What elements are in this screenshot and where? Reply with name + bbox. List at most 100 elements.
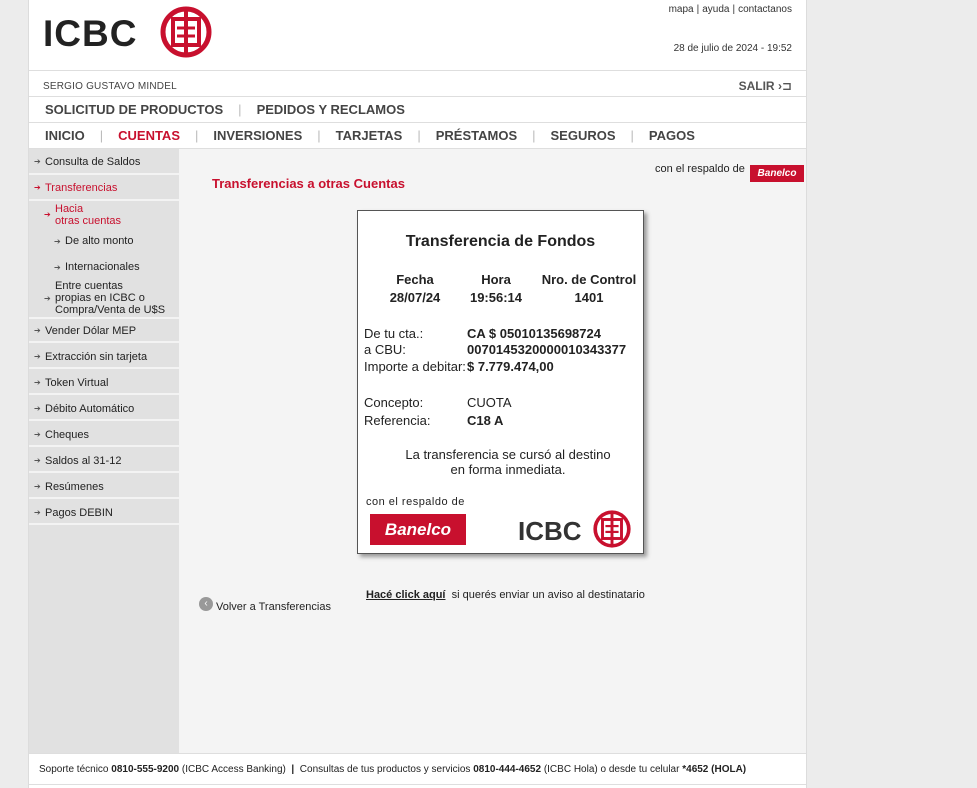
arrow-right-icon: ➔ xyxy=(34,378,41,387)
nav-prestamos[interactable]: PRÉSTAMOS xyxy=(436,128,517,143)
sidebar-item-cheques[interactable]: ➔ Cheques xyxy=(29,421,179,447)
sidebar-item-label: Consulta de Saldos xyxy=(45,156,141,168)
icbc-logo[interactable]: ICBC xyxy=(43,6,213,58)
cbu-label: a CBU: xyxy=(364,342,406,357)
page-title: Transferencias a otras Cuentas xyxy=(212,176,405,191)
nav-seguros[interactable]: SEGUROS xyxy=(551,128,616,143)
sidebar-item-label: Débito Automático xyxy=(45,403,135,415)
sidebar-item-label: Vender Dólar MEP xyxy=(45,325,137,337)
nav-pagos[interactable]: PAGOS xyxy=(649,128,695,143)
nav-inicio[interactable]: INICIO xyxy=(45,128,85,143)
icbc-logo-text: ICBC xyxy=(518,516,582,546)
fecha-label: Fecha xyxy=(396,272,434,287)
receipt-control: Nro. de Control 1401 xyxy=(538,271,640,307)
sidebar-item-vender-dolar-mep[interactable]: ➔ Vender Dólar MEP xyxy=(29,317,179,343)
arrow-right-icon: ➔ xyxy=(34,352,41,361)
importe-label: Importe a debitar: xyxy=(364,359,466,374)
divider xyxy=(29,122,806,123)
footer-phone: 0810-444-4652 xyxy=(473,764,542,775)
map-link[interactable]: mapa xyxy=(669,4,694,15)
sidebar-item-pagos-debin[interactable]: ➔ Pagos DEBIN xyxy=(29,499,179,525)
sidebar-item-debito[interactable]: ➔ Débito Automático xyxy=(29,395,179,421)
notify-link[interactable]: Hacé click aquí xyxy=(366,589,446,601)
footer-text: Soporte técnico xyxy=(39,764,109,775)
nav-solicitud-productos[interactable]: SOLICITUD DE PRODUCTOS xyxy=(45,102,223,117)
sidebar-item-label: Cheques xyxy=(45,429,90,441)
divider xyxy=(29,70,806,71)
sidebar-subitem-label: propias en ICBC o xyxy=(55,292,145,304)
contact-link[interactable]: contactanos xyxy=(738,4,792,15)
banelco-logo-text: Banelco xyxy=(384,520,452,539)
nav-inversiones[interactable]: INVERSIONES xyxy=(213,128,302,143)
receipt-note: La transferencia se cursó al destino en … xyxy=(358,447,658,477)
sidebar-subitem-entre-cuentas[interactable]: ➔ Entre cuentas propias en ICBC o Compra… xyxy=(29,280,179,316)
sidebar-subitem-label: Compra/Venta de U$S xyxy=(55,304,166,316)
sidebar-item-token[interactable]: ➔ Token Virtual xyxy=(29,369,179,395)
sidebar-item-resumenes[interactable]: ➔ Resúmenes xyxy=(29,473,179,499)
sidebar-item-label: Transferencias xyxy=(45,182,118,194)
note-line: La transferencia se cursó al destino xyxy=(405,447,611,462)
nav-tarjetas[interactable]: TARJETAS xyxy=(336,128,403,143)
top-links: mapa | ayuda | contactanos xyxy=(668,4,792,15)
divider xyxy=(29,96,806,97)
footer-text: (ICBC Access Banking) xyxy=(181,764,286,775)
back-to-transfers-link[interactable]: ‹ Volver a Transferencias xyxy=(199,597,331,613)
sidebar-subitem-label: De alto monto xyxy=(65,235,134,247)
sidebar-item-consulta-saldos[interactable]: ➔ Consulta de Saldos xyxy=(29,149,179,175)
sidebar-item-saldos-31-12[interactable]: ➔ Saldos al 31-12 xyxy=(29,447,179,473)
sidebar-item-label: Token Virtual xyxy=(45,377,109,389)
arrow-right-icon: ➔ xyxy=(34,326,41,335)
divider xyxy=(29,784,806,785)
sidebar-item-transferencias[interactable]: ➔ Transferencias xyxy=(29,175,179,201)
main-nav: INICIO | CUENTAS | INVERSIONES | TARJETA… xyxy=(45,128,695,143)
footer-phone: 0810-555-9200 xyxy=(111,764,180,775)
icbc-emblem-icon xyxy=(593,510,631,548)
note-line: en forma inmediata. xyxy=(450,462,566,477)
page: ICBC mapa | ayuda | contactanos 28 de julio … xyxy=(28,0,807,788)
footer-text: Consultas de tus productos y servicios xyxy=(299,764,471,775)
notify-recipient: Hacé click aquí si querés enviar un avis… xyxy=(366,589,645,601)
current-datetime: 28 de julio de 2024 - 19:52 xyxy=(673,43,792,54)
sidebar-item-label: Resúmenes xyxy=(45,481,104,493)
help-link[interactable]: ayuda xyxy=(702,4,729,15)
nav-pedidos-reclamos[interactable]: PEDIDOS Y RECLAMOS xyxy=(257,102,405,117)
sidebar: ➔ Consulta de Saldos ➔ Transferencias ➔ … xyxy=(29,149,179,753)
back-label: Volver a Transferencias xyxy=(216,601,331,613)
control-value: 1401 xyxy=(574,290,604,305)
receipt-fecha: Fecha 28/07/24 xyxy=(375,271,455,307)
hora-label: Hora xyxy=(481,272,511,287)
transfer-receipt: Transferencia de Fondos Fecha 28/07/24 H… xyxy=(357,210,644,554)
logout-button[interactable]: SALIR ›⊐ xyxy=(739,79,792,93)
arrow-right-icon: ➔ xyxy=(34,404,41,413)
logo-text: ICBC xyxy=(43,13,138,54)
arrow-right-icon: ➔ xyxy=(34,508,41,517)
arrow-right-icon: ➔ xyxy=(34,482,41,491)
sidebar-item-label: Pagos DEBIN xyxy=(45,507,113,519)
logout-label: SALIR xyxy=(738,79,775,93)
banelco-logo-text: Banelco xyxy=(757,168,797,179)
sidebar-subitem-hacia-otras-cuentas[interactable]: ➔ Hacia otras cuentas xyxy=(29,203,179,227)
cta-value: CA $ 05010135698724 xyxy=(467,326,601,341)
sidebar-subitem-internacionales[interactable]: ➔ Internacionales xyxy=(29,261,179,275)
footer-separator: | xyxy=(291,764,295,775)
receipt-title: Transferencia de Fondos xyxy=(405,233,596,250)
receipt-icbc-logo: ICBC xyxy=(518,510,633,550)
sidebar-subitem-alto-monto[interactable]: ➔ De alto monto xyxy=(29,235,179,249)
exit-icon: ›⊐ xyxy=(777,79,792,93)
arrow-right-icon: ➔ xyxy=(34,157,41,166)
importe-value: $ 7.779.474,00 xyxy=(467,359,554,374)
sidebar-item-label: Saldos al 31-12 xyxy=(45,455,122,467)
referencia-label: Referencia: xyxy=(364,413,431,428)
arrow-right-icon: ➔ xyxy=(44,210,51,219)
back-arrow-icon: ‹ xyxy=(199,597,213,611)
receipt-respaldo-label: con el respaldo de xyxy=(366,496,465,508)
nav-cuentas[interactable]: CUENTAS xyxy=(118,128,180,143)
footer-phone: *4652 (HOLA) xyxy=(682,764,747,775)
icbc-emblem-icon xyxy=(160,6,212,58)
hora-value: 19:56:14 xyxy=(469,290,523,305)
sidebar-item-extraccion[interactable]: ➔ Extracción sin tarjeta xyxy=(29,343,179,369)
sidebar-subitem-label: Hacia xyxy=(55,203,84,215)
notify-text: si querés enviar un aviso al destinatari… xyxy=(451,589,645,601)
fecha-value: 28/07/24 xyxy=(389,290,441,305)
user-name: SERGIO GUSTAVO MINDEL xyxy=(43,81,177,92)
